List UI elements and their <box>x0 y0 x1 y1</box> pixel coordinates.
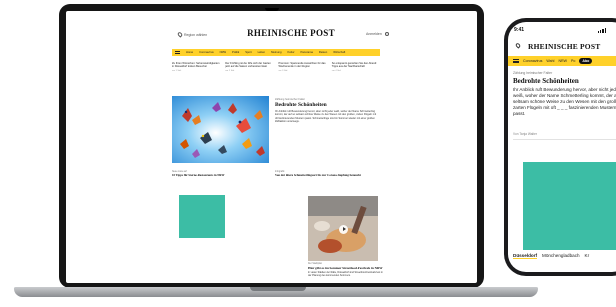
advertisement-placeholder[interactable] <box>179 195 225 238</box>
nav-item[interactable]: Coronavirus <box>199 51 214 54</box>
sub-teaser[interactable]: Infografik Von der ältere Schmetterlings… <box>275 171 379 178</box>
teaser-date: vor 1 Std. <box>172 69 182 72</box>
nav-item[interactable]: Kultur <box>287 51 294 54</box>
laptop-base-notch <box>250 287 306 291</box>
article-body: Ihr Anblick ruft Bewunderung hervor, abe… <box>513 87 616 117</box>
region-selector[interactable]: Region wählen <box>176 31 208 38</box>
article-author: Von Tanja Walter <box>513 132 537 136</box>
status-time: 9:41 <box>514 27 525 33</box>
nav-item[interactable]: NRW <box>558 59 567 63</box>
video-headline: Hier gibt es im Sommer Streetfood-Festiv… <box>308 266 383 270</box>
nav-item[interactable]: Panorama <box>300 51 312 54</box>
phone-screen: 9:41 RHEINISCHE POST Coronavirus Wahl NR… <box>508 22 616 272</box>
hero-body: Ihr Anblick ruft Bewunderung hervor, abe… <box>275 110 377 123</box>
article-kicker: Zählung heimischer Falter <box>513 71 553 75</box>
site-logo[interactable]: RHEINISCHE POST <box>236 28 346 38</box>
teaser-card[interactable]: Der Frühling ist da: Wie sich der Garten… <box>225 62 273 73</box>
location-pin-icon <box>176 31 184 38</box>
teaser-date: vor 3 Std. <box>278 69 288 72</box>
phone-site-header: RHEINISCHE POST <box>508 36 616 54</box>
nav-item[interactable]: Reisen <box>319 51 327 54</box>
sub-teaser-title: 10 Tipps für Sterne-Restaurants in NRW <box>172 173 225 177</box>
play-icon[interactable] <box>339 225 348 234</box>
city-tab[interactable]: Kr <box>585 253 590 259</box>
laptop-lid: Region wählen RHEINISCHE POST Anmelden H… <box>59 4 484 288</box>
menu-icon[interactable] <box>175 51 180 54</box>
sub-teaser[interactable]: Neue Liste auf 10 Tipps für Sterne-Resta… <box>172 171 269 178</box>
nav-item[interactable]: Sport <box>245 51 251 54</box>
status-bar: 9:41 <box>508 26 616 36</box>
nav-item[interactable]: Wahl <box>546 59 554 63</box>
nav-item[interactable]: Politik <box>232 51 239 54</box>
teaser-date: vor 2 Std. <box>225 69 235 72</box>
city-tab[interactable]: Düsseldorf <box>513 253 537 259</box>
city-tabs: Düsseldorf Mönchengladbach Kr <box>513 253 589 259</box>
device-mockup-stage: Region wählen RHEINISCHE POST Anmelden H… <box>0 0 616 307</box>
hero-butterfly-image[interactable] <box>172 96 269 163</box>
top-teaser-row: Zu Ihren Wünschen: Sehenswürdigkeiten in… <box>172 62 380 73</box>
teaser-card[interactable]: Premium: Spannende Aussichten für das Wo… <box>279 62 327 73</box>
video-thumbnail[interactable] <box>308 196 378 261</box>
search-icon[interactable] <box>384 32 389 36</box>
login-label: Anmelden <box>366 32 382 36</box>
nav-item[interactable]: NRW <box>220 51 226 54</box>
teaser-card[interactable]: So entspannt genießen Sie den Abend: Tip… <box>332 62 380 73</box>
hero-headline: Bedrohte Schönheiten <box>275 102 327 108</box>
nav-item[interactable]: Coronavirus <box>523 59 542 63</box>
location-pin-icon[interactable] <box>514 42 522 49</box>
signal-icon <box>598 28 606 33</box>
site-logo[interactable]: RHEINISCHE POST <box>528 42 600 51</box>
menu-icon[interactable] <box>513 59 519 63</box>
teaser-title: Der Frühling ist da: Wie sich der Garten… <box>225 62 271 69</box>
nav-item[interactable]: Home <box>186 51 193 54</box>
sub-teaser-title: Von der ältere Schmetterlingsart bis zur… <box>275 173 361 177</box>
teaser-title: Premium: Spannende Aussichten für das Wo… <box>278 62 326 69</box>
city-tab[interactable]: Mönchengladbach <box>542 253 580 259</box>
advertisement-placeholder[interactable] <box>523 162 616 250</box>
nav-item[interactable]: Meinung <box>271 51 281 54</box>
teaser-title: Zu Ihren Wünschen: Sehenswürdigkeiten in… <box>172 62 220 69</box>
login-link[interactable]: Anmelden <box>366 32 389 36</box>
butterfly-illustration <box>172 96 269 163</box>
nav-item[interactable]: Wirtschaft <box>333 51 345 54</box>
main-navigation: Home Coronavirus NRW Politik Sport Leben… <box>172 49 380 56</box>
teaser-title: So entspannt genießen Sie den Abend: Tip… <box>331 62 377 69</box>
subscribe-button[interactable]: Abo <box>579 58 593 64</box>
hero-kicker: Zählung heimischer Falter <box>275 98 305 101</box>
teaser-card[interactable]: Zu Ihren Wünschen: Sehenswürdigkeiten in… <box>172 62 220 73</box>
laptop-screen: Region wählen RHEINISCHE POST Anmelden H… <box>66 11 477 283</box>
video-article[interactable]: Der Stadtplan Hier gibt es im Sommer Str… <box>308 263 383 277</box>
video-body: In vielen Städten der Ralle, Düsseldorf … <box>308 271 383 278</box>
nav-item[interactable]: Po <box>571 59 575 63</box>
hero-article[interactable]: Zählung heimischer Falter Bedrohte Schön… <box>275 98 379 123</box>
divider <box>513 139 616 140</box>
article-headline[interactable]: Bedrohte Schönheiten <box>513 77 579 85</box>
teaser-date: vor 4 Std. <box>331 69 342 72</box>
region-label: Region wählen <box>184 32 208 37</box>
phone-navigation: Coronavirus Wahl NRW Po Abo <box>508 56 616 66</box>
video-kicker: Der Stadtplan <box>308 263 323 265</box>
nav-item[interactable]: Leben <box>258 51 265 54</box>
site-header: Region wählen RHEINISCHE POST Anmelden <box>66 11 477 47</box>
